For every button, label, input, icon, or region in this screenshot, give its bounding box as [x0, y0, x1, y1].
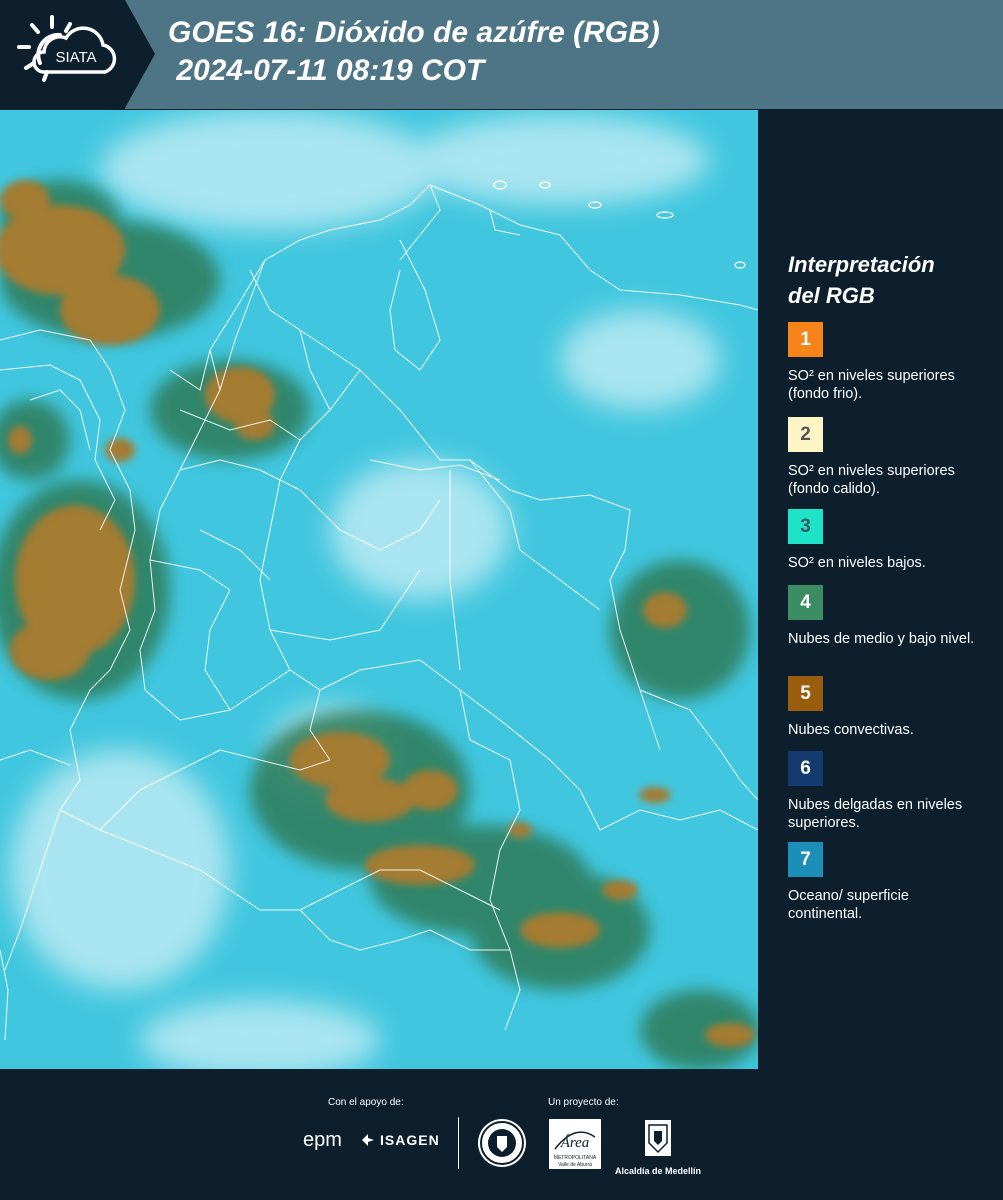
legend-label-3: SO² en niveles bajos.	[788, 555, 926, 571]
page-title: GOES 16: Dióxido de azúfre (RGB) 2024-07…	[168, 16, 660, 87]
legend-label-2: SO² en niveles superiores (fondo calido)…	[788, 463, 955, 497]
legend-title: Interpretación del RGB	[788, 252, 935, 308]
legend-swatch-5: 5	[788, 676, 823, 711]
area-metropolitana-mark-icon: Área METROPOLITANA Valle de Aburrá	[554, 1131, 597, 1168]
legend-item-1: 1 SO² en niveles superiores (fondo frio)…	[788, 322, 1000, 403]
legend-swatch-1: 1	[788, 322, 823, 357]
legend-number-4: 4	[800, 591, 811, 613]
legend-label-6: Nubes delgadas en niveles superiores.	[788, 797, 963, 831]
epm-logo: epm	[303, 1129, 342, 1151]
legend-number-3: 3	[800, 515, 811, 537]
legend-item-2: 2 SO² en niveles superiores (fondo calid…	[788, 417, 1000, 498]
isagen-logo: ISAGEN	[360, 1132, 440, 1148]
siata-logo-text: SIATA	[55, 49, 96, 66]
legend-number-7: 7	[800, 848, 811, 870]
legend-number-5: 5	[800, 682, 811, 704]
legend-swatch-4: 4	[788, 585, 823, 620]
area-metropolitana-logo: Área METROPOLITANA Valle de Aburrá	[549, 1119, 601, 1169]
footer: Con el apoyo de: Un proyecto de: epm ISA…	[0, 1069, 1003, 1200]
legend-number-6: 6	[800, 757, 811, 779]
legend-number-2: 2	[800, 423, 811, 445]
siata-sun-cloud-icon: SIATA	[17, 15, 117, 82]
isagen-mark-icon	[362, 1134, 374, 1146]
legend-label-1: SO² en niveles superiores (fondo frio).	[788, 368, 955, 402]
area-sub2-text: Valle de Aburrá	[558, 1162, 592, 1168]
legend-panel: Interpretación del RGB 1 SO² en niveles …	[760, 109, 1003, 1069]
header-bar: SIATA GOES 16: Dióxido de azúfre (RGB) 2…	[0, 0, 1003, 109]
isagen-text: ISAGEN	[380, 1132, 440, 1148]
legend-item-4: 4 Nubes de medio y bajo nivel.	[788, 585, 1000, 648]
legend-item-6: 6 Nubes delgadas en niveles superiores.	[788, 751, 1000, 832]
alcaldia-shield-icon	[645, 1120, 671, 1156]
legend-label-7: Oceano/ superficie continental.	[788, 888, 909, 922]
legend-item-3: 3 SO² en niveles bajos.	[788, 509, 1000, 572]
legend-number-1: 1	[800, 328, 811, 350]
project-label: Un proyecto de:	[548, 1097, 619, 1108]
logo-arrow-shape	[125, 0, 155, 108]
area-name-text: Área	[560, 1134, 590, 1151]
legend-swatch-2: 2	[788, 417, 823, 452]
legend-item-5: 5 Nubes convectivas.	[788, 676, 1000, 739]
alcaldia-medellin-logo: Alcaldía de Medellín	[612, 1119, 704, 1176]
seal-icon	[480, 1121, 524, 1165]
legend-label-4: Nubes de medio y bajo nivel.	[788, 631, 975, 647]
medellin-seal-logo	[478, 1119, 526, 1167]
legend-label-5: Nubes convectivas.	[788, 722, 914, 738]
siata-logo: SIATA	[0, 0, 125, 109]
legend-item-7: 7 Oceano/ superficie continental.	[788, 842, 1000, 923]
legend-swatch-7: 7	[788, 842, 823, 877]
satellite-map	[0, 110, 758, 1070]
legend-swatch-3: 3	[788, 509, 823, 544]
legend-swatch-6: 6	[788, 751, 823, 786]
satellite-map-image	[0, 110, 758, 1070]
footer-divider	[458, 1117, 459, 1169]
support-label: Con el apoyo de:	[328, 1097, 404, 1108]
area-sub1-text: METROPOLITANA	[554, 1155, 597, 1161]
alcaldia-text: Alcaldía de Medellín	[614, 1166, 702, 1176]
